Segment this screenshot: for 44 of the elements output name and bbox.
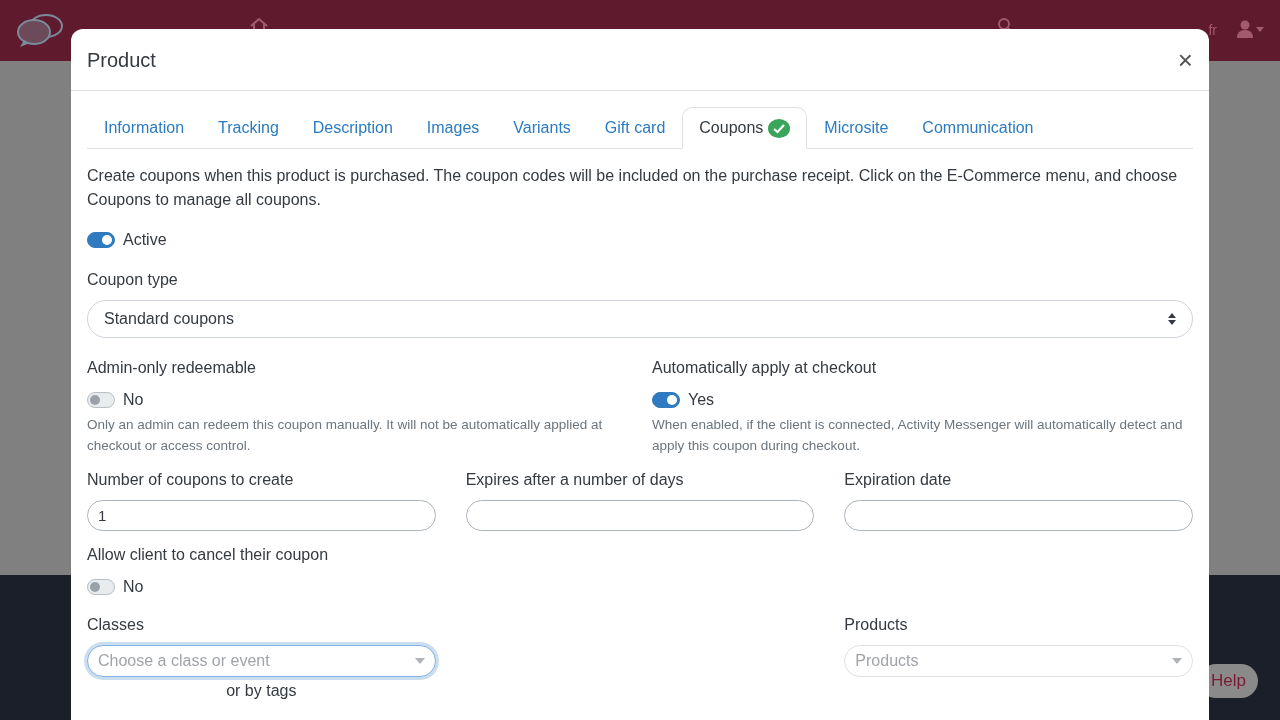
field-label: Allow client to cancel their coupon (87, 545, 330, 565)
field-label: Products (844, 615, 909, 635)
help-text: When enabled, if the client is connected, Activity Messenger will automatically detect and apply this coupon during checkout. (652, 416, 1184, 455)
help-text: Only an admin can redeem this coupon manually. It will not be automatically applied at checkout or access control. (87, 416, 604, 455)
field-label: Expiration date (844, 470, 953, 490)
select-field[interactable]: Products (844, 645, 1193, 677)
field-label: Admin-only redeemable (87, 358, 257, 378)
select-field[interactable]: Choose a class or event (87, 645, 436, 677)
toggle-label: No (123, 577, 144, 597)
field-label: Classes (87, 615, 145, 635)
input-field[interactable] (465, 500, 815, 531)
language-link[interactable]: fr (1208, 20, 1217, 41)
caret-icon (1256, 26, 1264, 32)
toggle-switch[interactable] (652, 392, 680, 408)
modal-title: Product (87, 47, 156, 73)
tab[interactable]: Description (295, 107, 410, 148)
tab[interactable]: Images (409, 107, 497, 148)
field-label: Automatically apply at checkout (652, 358, 878, 378)
tab[interactable]: Communication (905, 107, 1051, 148)
tab[interactable]: Coupons (682, 107, 808, 149)
sort-arrows-icon (1168, 313, 1176, 325)
close-button[interactable]: × (1177, 46, 1193, 73)
input-field[interactable]: 1 (87, 500, 436, 531)
tab[interactable]: Tracking (201, 107, 296, 148)
toggle-label: Active (123, 230, 167, 250)
tab[interactable]: Gift card (587, 107, 683, 148)
or-by-tags-text: or by tags (226, 682, 297, 699)
input-field[interactable] (844, 500, 1193, 531)
toggle-label: No (123, 390, 144, 410)
toggle-switch[interactable] (87, 232, 115, 248)
toggle-label: Yes (688, 390, 715, 410)
tab[interactable]: Variants (496, 107, 588, 148)
caret-icon (414, 658, 425, 664)
chat-bubbles-logo-icon (16, 12, 64, 48)
caret-icon (1172, 658, 1182, 664)
toggle-switch[interactable] (87, 392, 115, 408)
field-label: Coupon type (87, 270, 179, 290)
field-label: Expires after a number of days (465, 470, 685, 490)
intro-text: Create coupons when this product is purchased. The coupon codes will be included on the purchase receipt. Click on the E-Commerce menu, and choose Coupons to manage all coupons. (87, 166, 1179, 210)
tab[interactable]: Information (87, 107, 202, 148)
user-icon[interactable] (1237, 20, 1253, 38)
field-label: Number of coupons to create (87, 470, 295, 490)
tab[interactable]: Microsite (807, 107, 906, 148)
toggle-switch[interactable] (87, 579, 115, 595)
